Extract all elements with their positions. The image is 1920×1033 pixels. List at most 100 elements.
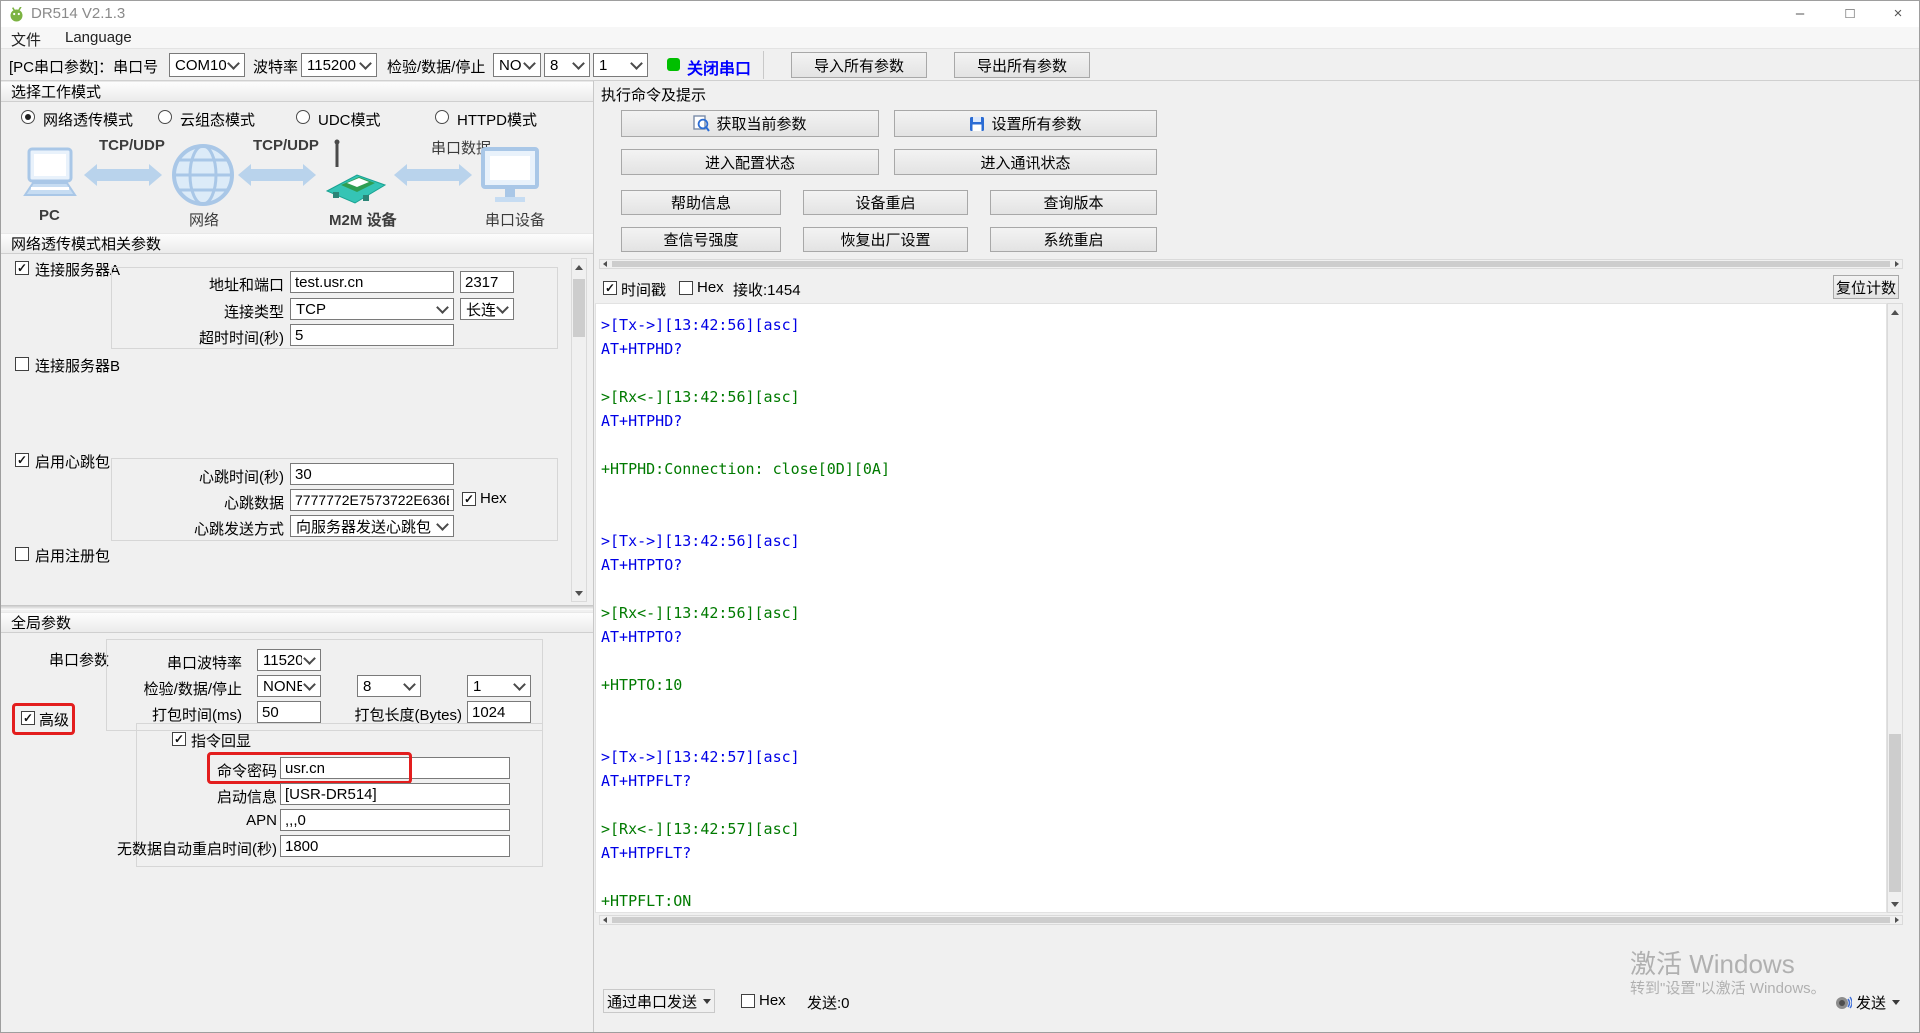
log-hex-checkbox[interactable] — [679, 281, 693, 295]
enter-config-button[interactable]: 进入配置状态 — [621, 149, 879, 175]
send-button[interactable]: 发送 — [1835, 990, 1915, 1014]
restart-input[interactable] — [280, 835, 510, 857]
serial-params-box: 串口波特率 115200 检验/数据/停止 NONE 8 1 打包时间(ms) … — [106, 639, 543, 731]
server-a-checkbox[interactable] — [15, 261, 29, 275]
help-info-button[interactable]: 帮助信息 — [621, 190, 781, 215]
log-line: >[Rx<-][13:42:56][asc] — [601, 385, 1881, 409]
set-params-button[interactable]: 设置所有参数 — [894, 110, 1157, 137]
pack-time-input[interactable] — [257, 701, 321, 723]
system-restart-button[interactable]: 系统重启 — [990, 227, 1157, 252]
chevron-down-icon — [630, 57, 643, 70]
export-params-button[interactable]: 导出所有参数 — [954, 52, 1090, 78]
radio-udc[interactable] — [296, 110, 310, 124]
radio-net-passthrough[interactable] — [21, 110, 35, 124]
server-b-label: 连接服务器B — [35, 355, 120, 376]
log-line: AT+HTPHD? — [601, 337, 1881, 361]
pack-len-input[interactable] — [467, 701, 531, 723]
conn-mode-value: 长连 — [466, 299, 495, 320]
radio-udc-label: UDC模式 — [318, 109, 381, 130]
register-label: 启用注册包 — [35, 545, 110, 566]
close-button[interactable]: × — [1881, 1, 1915, 25]
maximize-button[interactable]: □ — [1833, 1, 1867, 25]
log-line — [601, 577, 1881, 601]
stopbits-select[interactable]: 1 — [593, 53, 648, 77]
device-restart-button[interactable]: 设备重启 — [803, 190, 968, 215]
timestamp-checkbox[interactable] — [603, 281, 617, 295]
log-top-scrollbar[interactable] — [599, 259, 1903, 269]
heartbeat-label: 启用心跳包 — [35, 451, 110, 472]
apn-input[interactable] — [280, 809, 510, 831]
signal-strength-button[interactable]: 查信号强度 — [621, 227, 781, 252]
hb-time-input[interactable] — [290, 463, 454, 485]
log-vscrollbar-thumb[interactable] — [1889, 734, 1901, 892]
timeout-input[interactable] — [290, 324, 454, 346]
cmd-pwd-label: 命令密码 — [147, 760, 277, 781]
radio-httpd[interactable] — [435, 110, 449, 124]
scroll-up-icon[interactable] — [572, 259, 586, 275]
heartbeat-checkbox[interactable] — [15, 453, 29, 467]
scroll-up-icon[interactable] — [1888, 304, 1902, 320]
scroll-right-icon[interactable] — [1892, 260, 1902, 268]
reset-counter-button[interactable]: 复位计数 — [1833, 275, 1899, 299]
databits-select[interactable]: 8 — [544, 53, 590, 77]
mode-diagram: PC TCP/UDP 网络 TCP/UDP M2M 设备 串口数据 — [1, 133, 593, 231]
conn-mode-select[interactable]: 长连 — [460, 298, 514, 320]
send-hex-checkbox[interactable] — [741, 994, 755, 1008]
import-params-button[interactable]: 导入所有参数 — [791, 52, 927, 78]
close-port-button[interactable]: 关闭串口 — [687, 55, 751, 79]
chevron-down-icon — [572, 57, 585, 70]
g-databits-select[interactable]: 8 — [357, 675, 421, 697]
minimize-button[interactable]: – — [1783, 1, 1817, 25]
scroll-left-icon[interactable] — [600, 260, 610, 268]
factory-reset-button[interactable]: 恢复出厂设置 — [803, 227, 968, 252]
hb-hex-checkbox[interactable] — [462, 492, 476, 506]
conn-type-select[interactable]: TCP — [290, 298, 454, 320]
log-line: AT+HTPHD? — [601, 409, 1881, 433]
timestamp-label: 时间戳 — [621, 279, 666, 300]
enter-comm-button[interactable]: 进入通讯状态 — [894, 149, 1157, 175]
scroll-right-icon[interactable] — [1892, 916, 1902, 924]
recv-count: 接收:1454 — [733, 279, 801, 300]
get-params-button[interactable]: 获取当前参数 — [621, 110, 879, 137]
serial-device-icon — [479, 147, 541, 205]
advanced-checkbox[interactable] — [21, 711, 35, 725]
menu-language[interactable]: Language — [65, 29, 132, 46]
scroll-down-icon[interactable] — [572, 585, 586, 601]
scroll-down-icon[interactable] — [1888, 896, 1902, 912]
left-scrollbar[interactable] — [571, 258, 587, 602]
hb-data-input[interactable] — [290, 489, 454, 511]
com-port-select[interactable]: COM10 — [169, 53, 245, 77]
log-line — [601, 433, 1881, 457]
cmd-pwd-input[interactable] — [280, 757, 510, 779]
server-b-checkbox[interactable] — [15, 357, 29, 371]
log-line — [601, 793, 1881, 817]
g-stopbits-select[interactable]: 1 — [467, 675, 531, 697]
log-line: >[Tx->][13:42:57][asc] — [601, 745, 1881, 769]
baud-select[interactable]: 115200 — [301, 53, 377, 77]
hb-mode-select[interactable]: 向服务器发送心跳包 — [290, 515, 454, 537]
server-port-input[interactable] — [460, 271, 514, 293]
boot-msg-input[interactable] — [280, 783, 510, 805]
left-scrollbar-thumb[interactable] — [573, 279, 585, 337]
chevron-down-icon — [436, 301, 449, 314]
scroll-left-icon[interactable] — [600, 916, 610, 924]
log-vscrollbar[interactable] — [1887, 303, 1903, 913]
echo-checkbox[interactable] — [172, 732, 186, 746]
bottom-scrollbar-thumb[interactable] — [612, 917, 1890, 923]
g-parity-select[interactable]: NONE — [257, 675, 321, 697]
send-method-dropdown[interactable]: 通过串口发送 — [603, 989, 715, 1013]
top-scrollbar-thumb[interactable] — [612, 261, 1890, 267]
server-addr-input[interactable] — [290, 271, 454, 293]
register-checkbox[interactable] — [15, 547, 29, 561]
chevron-down-icon — [303, 652, 316, 665]
reset-counter-label: 复位计数 — [1836, 277, 1896, 298]
query-version-button[interactable]: 查询版本 — [990, 190, 1157, 215]
radio-cloud[interactable] — [158, 110, 172, 124]
log-output[interactable]: >[Tx->][13:42:56][asc]AT+HTPHD? >[Rx<-][… — [595, 303, 1887, 913]
g-baud-select[interactable]: 115200 — [257, 649, 321, 671]
log-bottom-scrollbar[interactable] — [599, 915, 1903, 925]
floppy-disk-icon — [969, 116, 985, 132]
log-line — [601, 721, 1881, 745]
menu-file[interactable]: 文件 — [11, 29, 41, 50]
parity-select[interactable]: NONI — [493, 53, 541, 77]
